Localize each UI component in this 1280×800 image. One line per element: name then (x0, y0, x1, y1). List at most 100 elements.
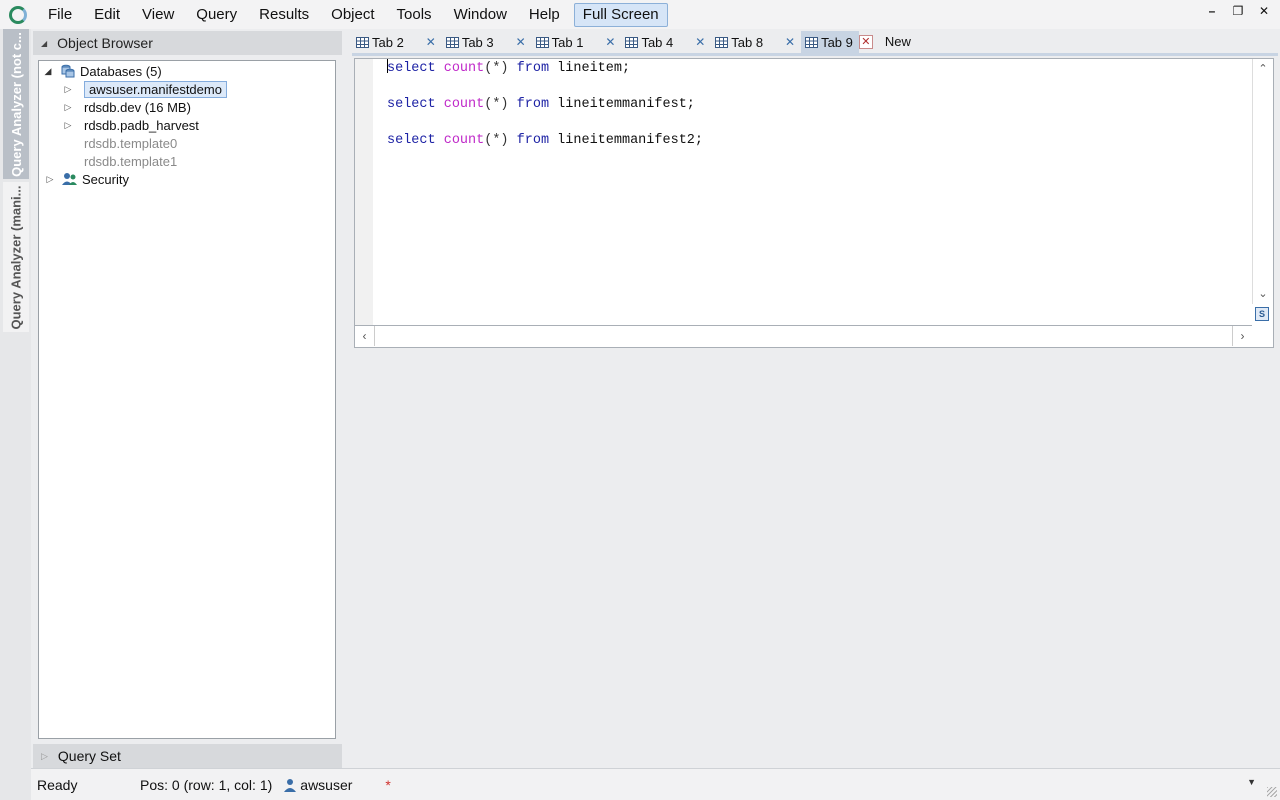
tree-node-security[interactable]: ▷ Security (44, 170, 129, 188)
chevron-down-icon[interactable]: ▼ (1247, 777, 1256, 787)
query-set-title: Query Set (57, 748, 121, 764)
cursor-position: Pos: 0 (row: 1, col: 1) (140, 776, 273, 793)
menu-window[interactable]: Window (443, 3, 518, 27)
grid-icon (356, 36, 369, 48)
args: (*) (484, 133, 509, 148)
tree-label: awsuser.manifestdemo (84, 80, 227, 98)
tree-label: rdsdb.template0 (84, 135, 178, 151)
function-name: count (443, 97, 485, 112)
tab-3[interactable]: Tab 3 ✕ (442, 31, 532, 53)
tab-4[interactable]: Tab 4 ✕ (621, 31, 711, 53)
collapsed-triangle-icon[interactable]: ▷ (62, 84, 74, 95)
collapsed-triangle-icon[interactable]: ▷ (62, 102, 74, 113)
tree-label: Databases (5) (80, 63, 162, 79)
table-name: lineitem; (557, 61, 631, 76)
tree-node-database[interactable]: rdsdb.template0 (84, 134, 177, 152)
expanded-triangle-icon[interactable]: ◢ (42, 66, 54, 77)
menu-help[interactable]: Help (518, 3, 571, 27)
horizontal-scrollbar[interactable]: ‹ › (355, 325, 1252, 346)
tab-label: Tab 8 (731, 34, 764, 50)
user-icon (282, 777, 298, 793)
tab-8[interactable]: Tab 8 ✕ (711, 31, 801, 53)
tab-underline (352, 53, 1278, 56)
tree-node-database[interactable]: ▷ awsuser.manifestdemo (62, 80, 227, 98)
table-name: lineitemmanifest2; (557, 133, 703, 148)
minimize-icon[interactable]: – (1206, 4, 1218, 18)
new-tab-button[interactable]: New (885, 31, 911, 53)
close-tab-icon[interactable]: ✕ (858, 35, 873, 49)
resize-grip-icon[interactable] (1267, 787, 1277, 797)
object-browser-header[interactable]: ◢ Object Browser (33, 31, 342, 55)
menu-query[interactable]: Query (185, 3, 248, 27)
vtab-label: Query Analyzer (not c... (8, 31, 24, 177)
menu-bar: File Edit View Query Results Object Tool… (0, 0, 1280, 29)
unsaved-marker: * (385, 776, 391, 793)
tree-node-database[interactable]: ▷ rdsdb.dev (16 MB) (62, 98, 191, 116)
close-tab-icon[interactable]: ✕ (693, 35, 707, 49)
code-area[interactable]: select count(*) from lineitem; select co… (387, 59, 703, 167)
menu-object[interactable]: Object (320, 3, 385, 27)
menu-tools[interactable]: Tools (386, 3, 443, 27)
vertical-scrollbar[interactable]: ⌃ ⌄ (1252, 59, 1273, 304)
editor-gutter (355, 59, 373, 325)
active-tab-close[interactable]: ✕ (858, 31, 877, 53)
grid-icon (715, 36, 729, 48)
full-screen-button[interactable]: Full Screen (573, 2, 668, 27)
query-tab-bar: Tab 2 ✕ Tab 3 ✕ Tab 1 ✕ Tab 4 ✕ Tab 8 ✕ … (352, 31, 1280, 53)
vtab-query-analyzer-2[interactable]: Query Analyzer (mani... (3, 182, 29, 332)
close-tab-icon[interactable]: ✕ (783, 35, 797, 49)
tab-1[interactable]: Tab 1 ✕ (532, 31, 622, 53)
keyword: from (516, 133, 550, 148)
app-logo-icon (9, 5, 27, 24)
menu-results[interactable]: Results (248, 3, 320, 27)
vtab-label: Query Analyzer (mani... (8, 184, 24, 330)
databases-icon (60, 63, 76, 79)
collapsed-triangle-icon[interactable]: ▷ (44, 174, 56, 185)
vertical-tab-strip: Query Analyzer (not c... Query Analyzer … (0, 29, 31, 800)
sql-format-icon[interactable]: S (1255, 307, 1269, 321)
menu-file[interactable]: File (37, 3, 83, 27)
function-name: count (443, 133, 485, 148)
keyword: from (516, 97, 550, 112)
tab-2[interactable]: Tab 2 ✕ (352, 31, 442, 53)
close-icon[interactable]: ✕ (1258, 4, 1270, 18)
status-text: Ready (37, 776, 78, 793)
grid-icon (535, 36, 549, 48)
table-name: lineitemmanifest; (557, 97, 695, 112)
scroll-down-icon[interactable]: ⌄ (1253, 285, 1273, 303)
tree-label: Security (82, 171, 129, 187)
object-browser-panel: ◢ Object Browser ◢ Databases (5) ▷ awsus… (33, 31, 342, 744)
code-line: select count(*) from lineitemmanifest; (387, 95, 703, 131)
sql-editor[interactable]: select count(*) from lineitem; select co… (354, 58, 1274, 348)
tree-node-databases[interactable]: ◢ Databases (5) (42, 62, 162, 80)
current-user: awsuser (300, 776, 353, 793)
scroll-right-icon[interactable]: › (1232, 326, 1252, 346)
query-set-panel[interactable]: ▷ Query Set (33, 744, 342, 768)
close-tab-icon[interactable]: ✕ (424, 35, 438, 49)
tree-node-database[interactable]: rdsdb.template1 (84, 152, 177, 170)
scroll-left-icon[interactable]: ‹ (355, 326, 375, 346)
keyword: select (387, 97, 436, 112)
menu-view[interactable]: View (131, 3, 185, 27)
tab-label: Tab 2 (372, 34, 404, 50)
args: (*) (484, 97, 509, 112)
menu-edit[interactable]: Edit (83, 3, 131, 27)
status-bar: Ready Pos: 0 (row: 1, col: 1) awsuser * … (31, 768, 1280, 800)
restore-icon[interactable]: ❐ (1232, 4, 1244, 18)
tree-label: rdsdb.dev (16 MB) (84, 99, 191, 115)
expand-triangle-icon[interactable]: ▷ (41, 751, 48, 762)
scroll-up-icon[interactable]: ⌃ (1253, 60, 1273, 78)
code-line: select count(*) from lineitemmanifest2; (387, 131, 703, 167)
close-tab-icon[interactable]: ✕ (603, 35, 617, 49)
tree-node-database[interactable]: ▷ rdsdb.padb_harvest (62, 116, 199, 134)
tab-label: Tab 4 (641, 34, 674, 50)
close-tab-icon[interactable]: ✕ (514, 35, 528, 49)
collapsed-triangle-icon[interactable]: ▷ (62, 120, 74, 131)
tab-9[interactable]: Tab 9 (801, 31, 859, 53)
tree-label: rdsdb.padb_harvest (84, 117, 199, 133)
vtab-query-analyzer-1[interactable]: Query Analyzer (not c... (3, 29, 29, 179)
collapse-triangle-icon[interactable]: ◢ (41, 39, 47, 48)
keyword: select (387, 133, 436, 148)
object-tree: ◢ Databases (5) ▷ awsuser.manifestdemo ▷… (38, 60, 336, 739)
tab-label: Tab 9 (821, 34, 853, 50)
